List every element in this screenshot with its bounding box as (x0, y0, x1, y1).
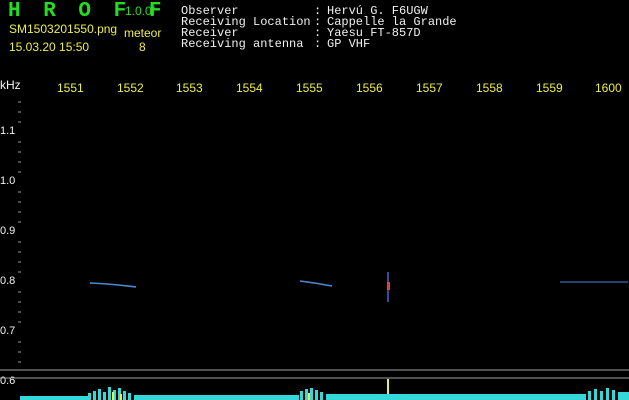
meteor-echo-head (387, 282, 390, 290)
meteor-echo (299, 280, 333, 287)
spectrogram-plot (0, 101, 629, 400)
meteor-echo (89, 282, 137, 288)
meteor-echo-traces (89, 272, 628, 302)
signal-spectrum-bars (20, 387, 629, 400)
frequency-axis-ticks (18, 101, 21, 363)
spectrum-separator-lines (0, 369, 629, 379)
